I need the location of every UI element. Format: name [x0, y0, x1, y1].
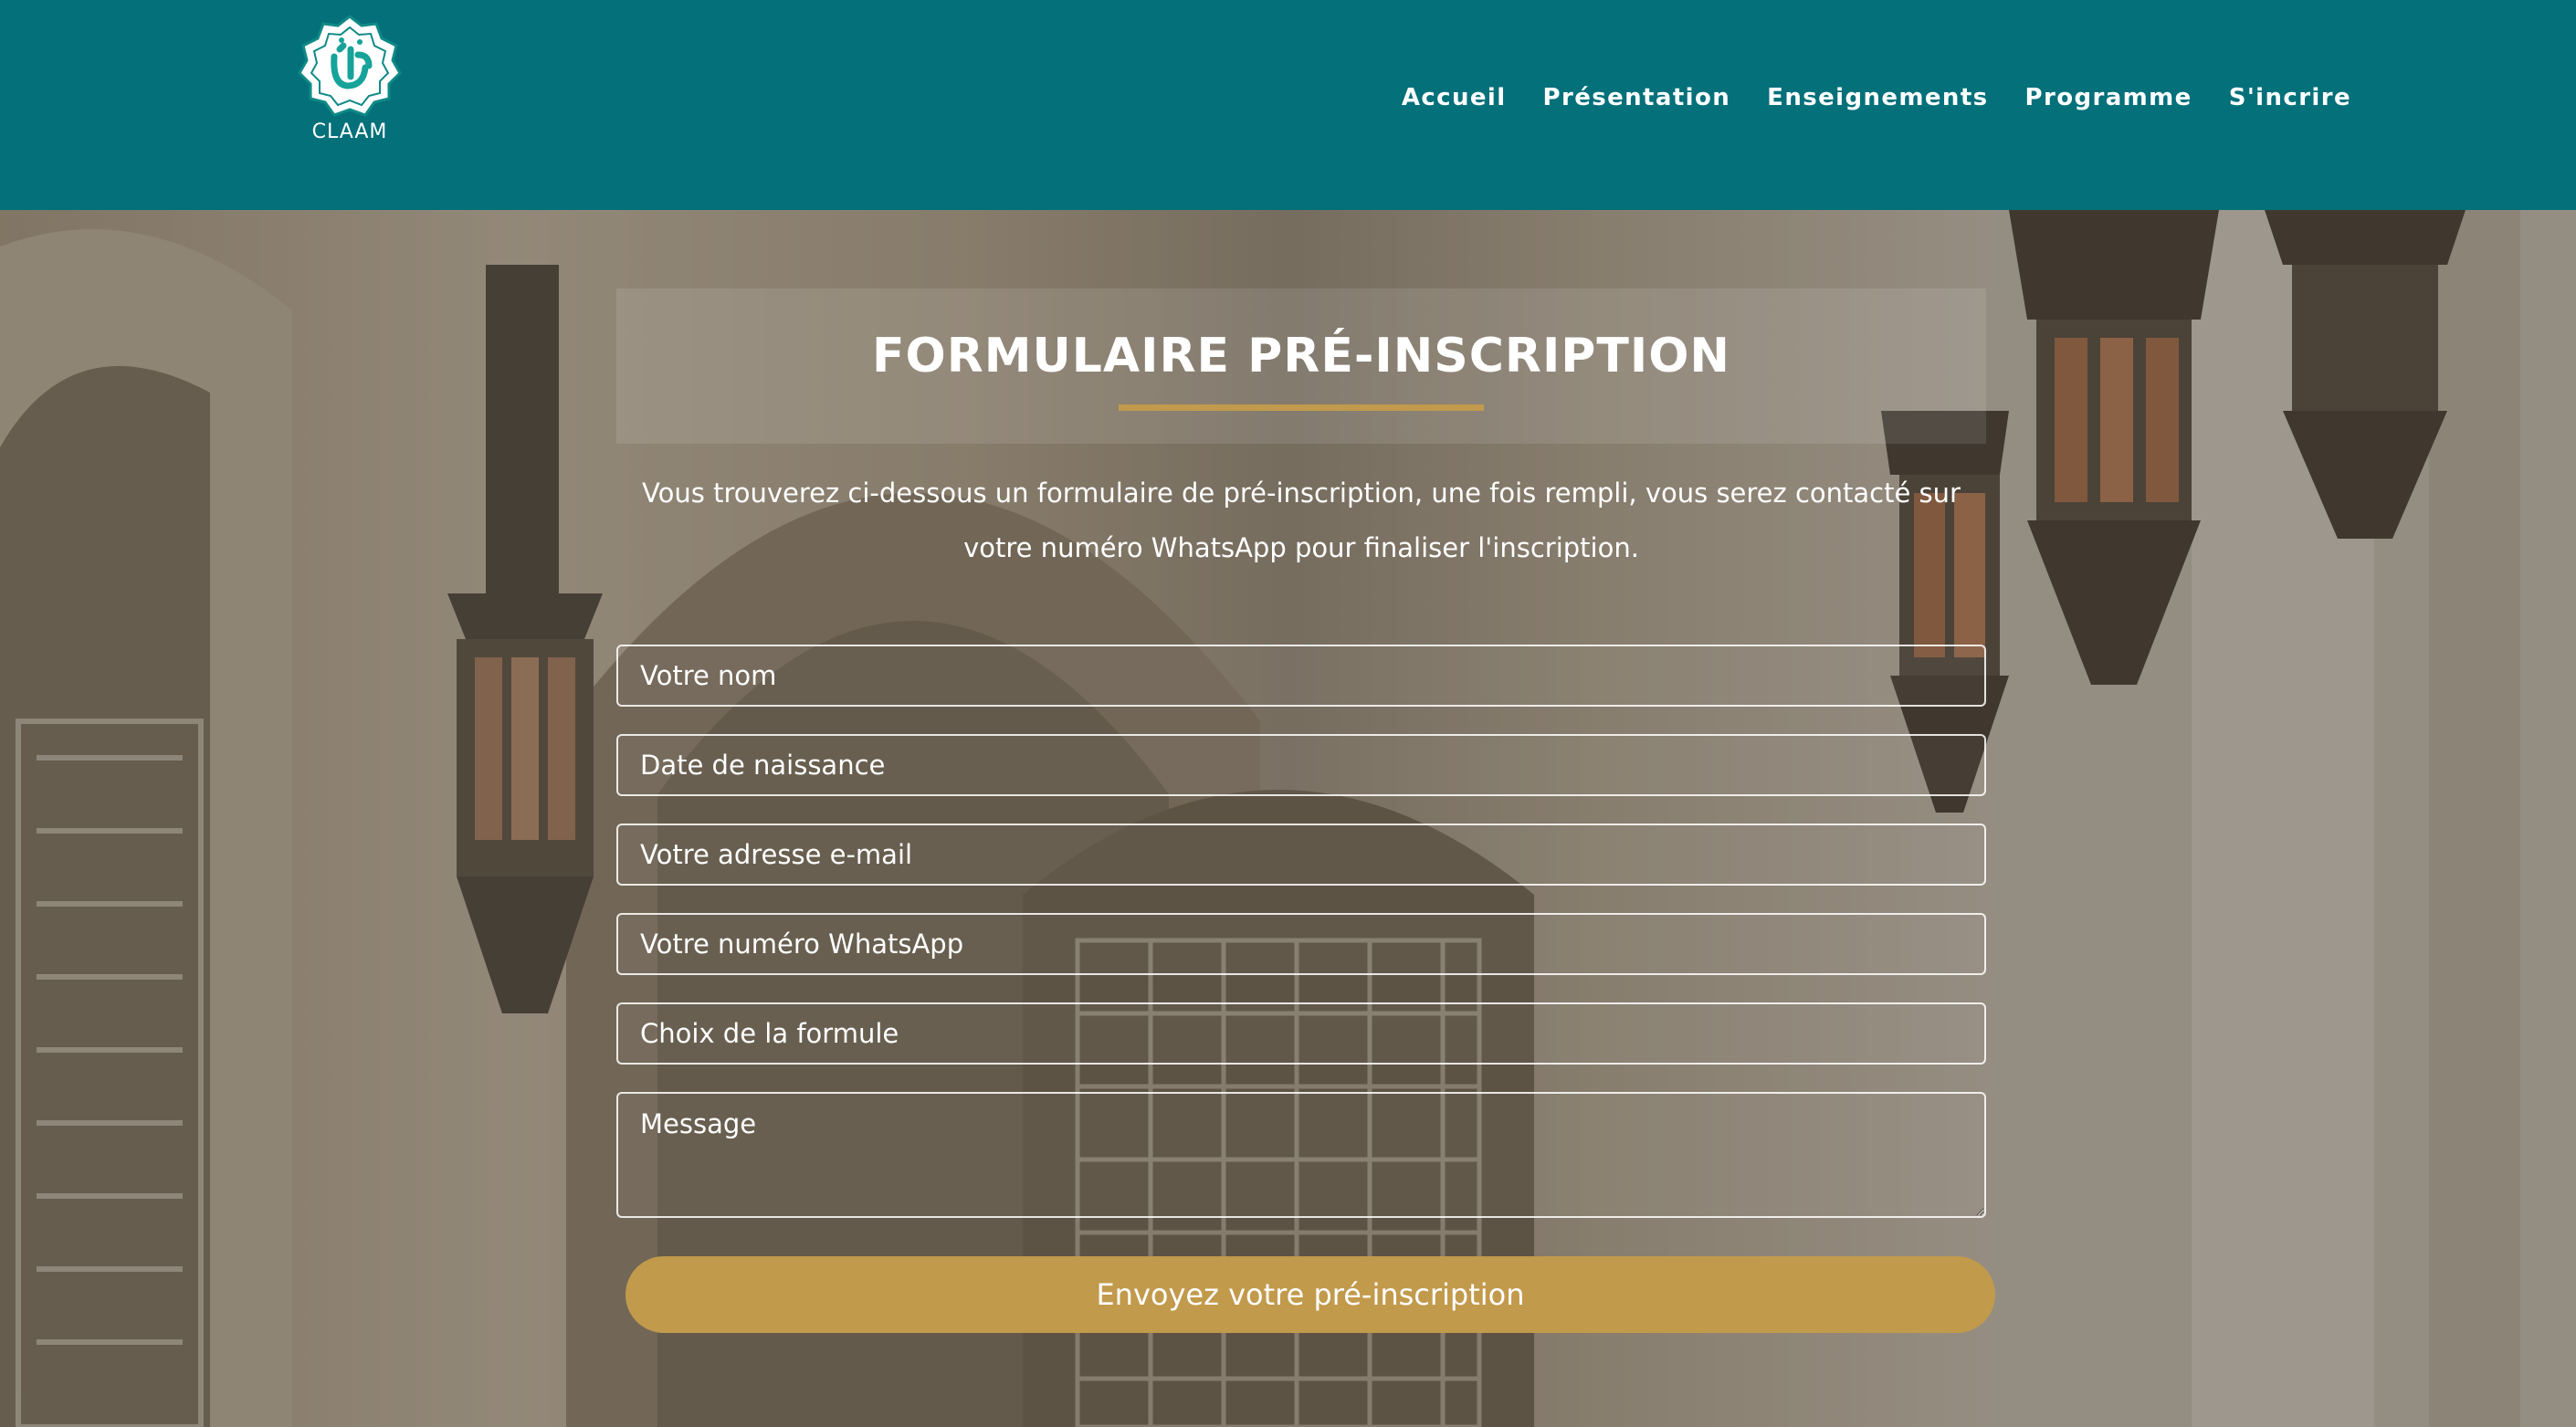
main-nav: Accueil Présentation Enseignements Progr…	[1402, 84, 2351, 111]
email-input[interactable]	[616, 824, 1986, 886]
nav-accueil[interactable]: Accueil	[1402, 84, 1507, 111]
form-intro: Vous trouverez ci-dessous un formulaire …	[642, 477, 1961, 563]
formula-choice-input[interactable]	[616, 1002, 1986, 1065]
submit-preinscription-button[interactable]: Envoyez votre pré-inscription	[626, 1256, 1995, 1333]
name-input[interactable]	[616, 645, 1986, 707]
logo-caption: CLAAM	[311, 121, 388, 143]
form-title: FORMULAIRE PRÉ-INSCRIPTION	[872, 329, 1730, 383]
title-underline	[1119, 404, 1484, 411]
hero-background-image	[0, 210, 2576, 1427]
claam-logo-icon	[298, 15, 402, 117]
site-header: CLAAM Accueil Présentation Enseignements…	[0, 0, 2576, 210]
nav-sinscrire[interactable]: S'incrire	[2229, 84, 2351, 111]
message-textarea[interactable]	[616, 1092, 1986, 1218]
nav-enseignements[interactable]: Enseignements	[1767, 84, 1988, 111]
nav-programme[interactable]: Programme	[2025, 84, 2192, 111]
nav-presentation[interactable]: Présentation	[1543, 84, 1731, 111]
birthdate-input[interactable]	[616, 734, 1986, 796]
whatsapp-input[interactable]	[616, 913, 1986, 975]
site-logo[interactable]: CLAAM	[296, 13, 404, 150]
